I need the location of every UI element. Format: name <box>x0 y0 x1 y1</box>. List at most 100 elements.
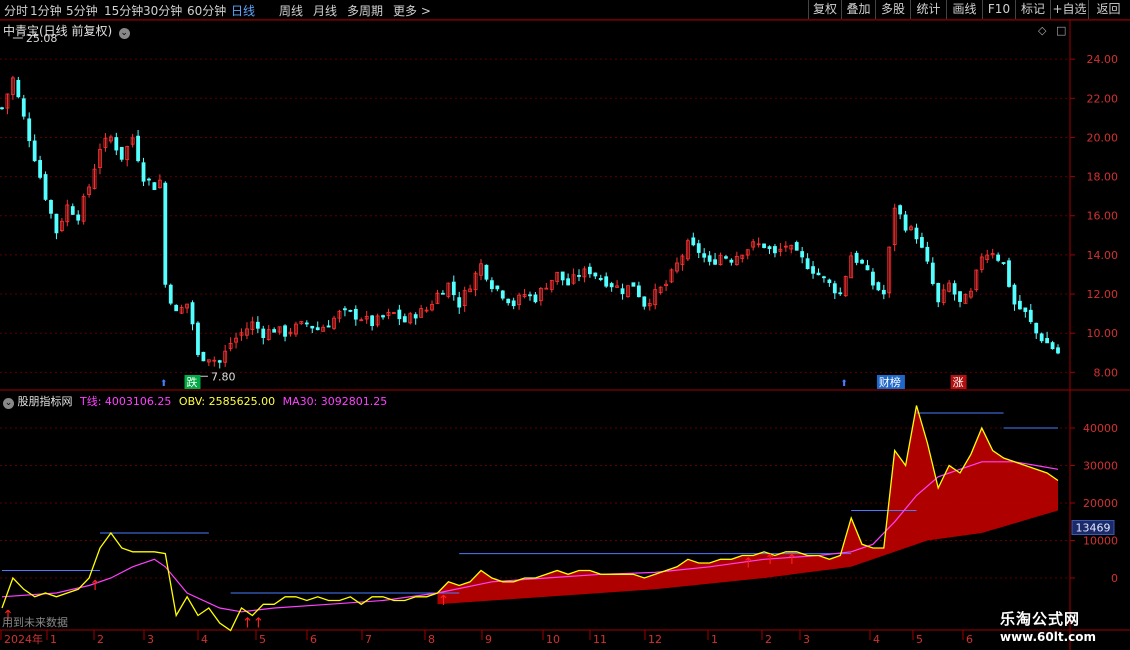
candle-body <box>729 259 734 263</box>
buy-signal-arrow-icon: ↑ <box>764 552 776 568</box>
time-axis-label: 1 <box>711 633 718 646</box>
candle-body <box>822 276 826 279</box>
candle-body <box>196 322 200 355</box>
candle-body <box>1045 338 1050 344</box>
candle-body <box>604 276 609 287</box>
price-panel-title: 中青宝(日线 前复权) <box>3 24 113 38</box>
candle-body <box>1012 284 1017 305</box>
candle-body <box>1017 300 1022 310</box>
candle-body <box>691 237 696 246</box>
buy-signal-arrow-icon: ↑ <box>89 578 101 594</box>
candle-body <box>348 309 353 312</box>
time-axis-label: 4 <box>873 633 880 646</box>
candle-body <box>0 107 4 110</box>
candle-body <box>43 174 48 200</box>
ma30-readout: MA30: 3092801.25 <box>282 395 388 408</box>
candle-body <box>827 279 832 283</box>
time-axis-label: 5 <box>259 633 266 646</box>
time-axis-label: 6 <box>310 633 317 646</box>
candle-body <box>1001 262 1006 264</box>
candle-body <box>609 283 614 288</box>
candle-body <box>315 327 320 331</box>
candle-body <box>767 246 772 250</box>
candle-body <box>168 284 173 304</box>
candle-body <box>217 360 222 363</box>
diamond-icon[interactable]: ◇ <box>1038 24 1046 37</box>
candle-body <box>343 308 347 311</box>
time-axis-label: 2 <box>765 633 772 646</box>
candle-body <box>794 242 799 251</box>
candle-body <box>920 237 924 248</box>
price-panel-header: 中青宝(日线 前复权) ⌄ <box>3 22 130 39</box>
candle-body <box>996 254 1001 261</box>
time-axis-label: 3 <box>803 633 810 646</box>
candle-body <box>1034 322 1039 334</box>
candle-body <box>1050 342 1055 350</box>
candle-body <box>528 294 532 297</box>
indicator-tick-label: 20000 <box>1083 497 1118 510</box>
candle-body <box>190 302 195 325</box>
candle-body <box>762 243 766 248</box>
candle-body <box>201 351 206 362</box>
indicator-tick-label: 0 <box>1111 572 1118 585</box>
price-tick-label: 24.00 <box>1087 53 1119 66</box>
candle-body <box>255 321 260 329</box>
candle-body <box>876 282 881 291</box>
candle-body <box>631 282 636 287</box>
time-axis-label: 2024年 <box>4 632 43 646</box>
candle-body <box>620 288 625 295</box>
candle-body <box>283 325 287 337</box>
time-axis-label: 2 <box>97 633 104 646</box>
candle-body <box>381 315 385 318</box>
candle-body <box>533 294 538 303</box>
candle-body <box>76 214 81 221</box>
candle-body <box>713 259 717 265</box>
candle-body <box>871 271 875 286</box>
candle-body <box>898 205 903 215</box>
price-tick-label: 14.00 <box>1087 249 1119 262</box>
candle-body <box>925 246 930 262</box>
candle-body <box>163 182 168 285</box>
time-axis-label: 10 <box>546 633 560 646</box>
watermark-name: 乐淘公式网 <box>1000 610 1081 628</box>
candle-body <box>952 283 957 295</box>
candle-body <box>636 285 641 298</box>
obv-readout: OBV: 2585625.00 <box>178 395 276 408</box>
indicator-panel-header: ⌄ 股朋指标网 T线: 4003106.25 OBV: 2585625.00 M… <box>3 393 387 409</box>
candle-body <box>566 278 571 286</box>
indicator-tick-label: 30000 <box>1083 460 1118 473</box>
settings-icon[interactable]: ⌄ <box>3 398 14 409</box>
time-axis-label: 6 <box>966 633 973 646</box>
candle-body <box>1039 333 1044 342</box>
indicator-tick-label: 10000 <box>1083 535 1118 548</box>
window-restore-icon[interactable]: □ <box>1056 24 1066 37</box>
stock-chart-canvas[interactable]: 24.0022.0020.0018.0016.0014.0012.0010.00… <box>0 0 1130 650</box>
price-tick-label: 20.00 <box>1087 131 1119 144</box>
candle-body <box>413 314 418 319</box>
buy-signal-arrow-icon: ↑ <box>742 556 754 572</box>
panel-controls: ◇ □ <box>1038 24 1066 37</box>
watermark-url: www.60lt.com <box>1000 630 1097 644</box>
low-price-label: 7.80 <box>211 370 236 383</box>
price-tick-label: 18.00 <box>1087 171 1119 184</box>
time-axis-label: 5 <box>916 633 923 646</box>
candle-body <box>724 256 728 259</box>
candle-body <box>495 285 500 290</box>
time-axis-label: 1 <box>50 633 57 646</box>
time-axis-label: 9 <box>485 633 492 646</box>
candle-body <box>16 79 21 98</box>
candle-body <box>958 291 962 302</box>
time-axis-label: 12 <box>648 633 662 646</box>
chevron-down-icon[interactable]: ⌄ <box>118 28 130 39</box>
candle-body <box>930 262 935 285</box>
candle-body <box>506 298 511 304</box>
candle-body <box>32 140 37 162</box>
t-line-readout: T线: 4003106.25 <box>80 395 172 408</box>
candle-body <box>702 253 707 258</box>
candle-body <box>38 160 43 178</box>
candle-body <box>800 251 805 258</box>
time-axis-label: 7 <box>365 633 372 646</box>
candle-body <box>881 289 886 295</box>
event-marker-text: 财榜 <box>879 375 901 389</box>
candle-body <box>642 296 647 307</box>
